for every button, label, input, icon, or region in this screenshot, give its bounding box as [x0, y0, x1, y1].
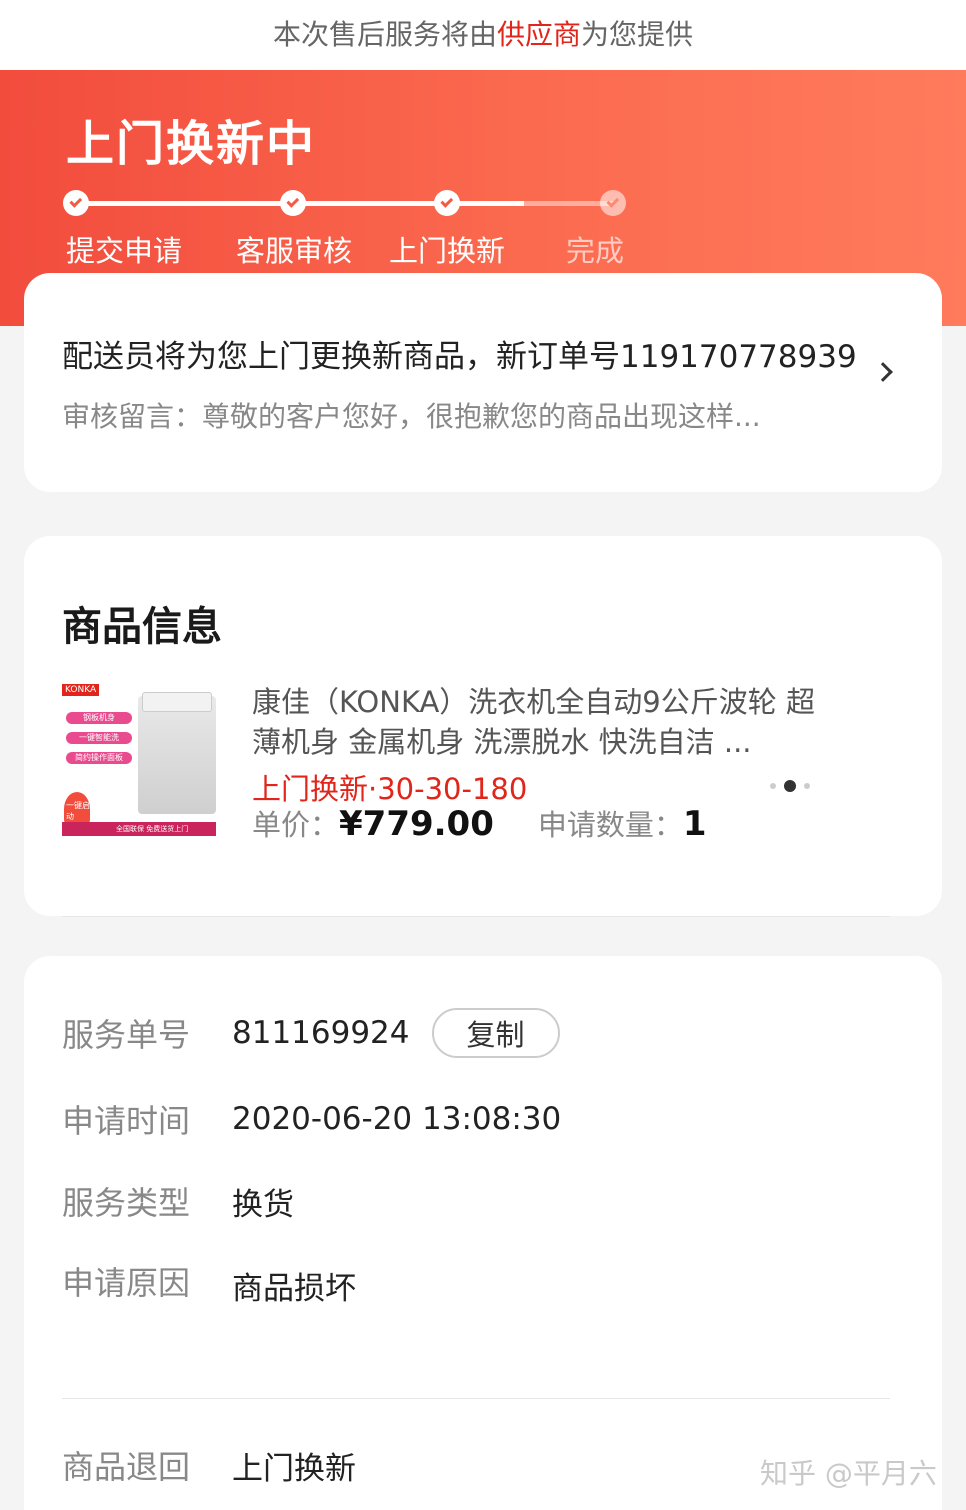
- step-label-exchange: 上门换新: [389, 234, 506, 268]
- after-sale-notice: 本次售后服务将由供应商为您提供: [0, 0, 966, 70]
- step-label-complete: 完成: [566, 234, 625, 268]
- price-row: 单价：¥779.00 申请数量：1: [252, 802, 707, 844]
- status-card[interactable]: 配送员将为您上门更换新商品，新订单号119170778939 审核留言：尊敬的客…: [24, 273, 942, 492]
- step-label-review: 客服审核: [236, 234, 353, 268]
- service-type-label: 服务类型: [62, 1184, 191, 1222]
- review-comment: 审核留言：尊敬的客户您好，很抱歉您的商品出现这样...: [62, 400, 761, 433]
- product-name[interactable]: 康佳（KONKA）洗衣机全自动9公斤波轮 超薄机身 金属机身 洗漂脱水 快洗自洁…: [252, 682, 822, 762]
- notice-suffix: 为您提供: [581, 18, 694, 51]
- divider: [62, 1398, 890, 1399]
- unit-price: ¥779.00: [339, 804, 494, 844]
- service-info-card: 服务单号 811169924 复制 申请时间 2020-06-20 13:08:…: [24, 956, 942, 1510]
- carousel-dot: [770, 783, 776, 789]
- product-image-flame-text: 一键启动: [66, 801, 90, 821]
- step-check-icon-complete: [600, 190, 626, 216]
- product-image-brand: KONKA: [62, 684, 100, 696]
- apply-reason-label: 申请原因: [62, 1264, 191, 1302]
- step-check-icon-submit: [63, 190, 89, 216]
- product-image-banner-text: 全国联保 免费送货上门: [116, 825, 189, 833]
- service-type-value: 换货: [232, 1186, 294, 1223]
- service-no-value: 811169924: [232, 1015, 410, 1051]
- product-image-tag: 钢板机身: [66, 712, 132, 724]
- step-check-icon-exchange: [434, 190, 460, 216]
- section-title-product: 商品信息: [62, 604, 222, 650]
- return-method-label: 商品退回: [62, 1448, 191, 1486]
- washing-machine-lid: [142, 692, 212, 712]
- info-row-apply-reason: 申请原因 商品损坏: [62, 1258, 356, 1307]
- divider: [62, 916, 890, 917]
- price-label: 单价：: [252, 808, 340, 842]
- carousel-indicator: [770, 780, 810, 792]
- carousel-dot-active: [784, 780, 796, 792]
- apply-time-label: 申请时间: [62, 1102, 191, 1140]
- quantity-value: 1: [682, 804, 707, 844]
- service-no-label: 服务单号: [62, 1016, 191, 1054]
- info-row-service-type: 服务类型 换货: [62, 1178, 294, 1224]
- notice-supplier: 供应商: [496, 18, 581, 51]
- copy-button[interactable]: 复制: [431, 1008, 560, 1058]
- info-row-apply-time: 申请时间 2020-06-20 13:08:30: [62, 1096, 561, 1142]
- carousel-dot: [804, 783, 810, 789]
- info-row-service-no: 服务单号 811169924 复制: [62, 1008, 560, 1058]
- notice-prefix: 本次售后服务将由: [272, 18, 497, 51]
- product-card: 商品信息 KONKA 钢板机身 一键智能洗 简约操作面板 一键启动 全国联保 免…: [24, 536, 942, 916]
- apply-reason-value: 商品损坏: [232, 1270, 356, 1307]
- product-image[interactable]: KONKA 钢板机身 一键智能洗 简约操作面板 一键启动 全国联保 免费送货上门: [62, 684, 216, 836]
- quantity-label: 申请数量：: [537, 808, 683, 842]
- info-row-return-method: 商品退回 上门换新: [62, 1442, 356, 1488]
- step-check-icon-review: [280, 190, 306, 216]
- product-image-tag: 简约操作面板: [66, 752, 132, 764]
- page-title: 上门换新中: [66, 116, 317, 172]
- product-image-tag: 一键智能洗: [66, 732, 132, 744]
- watermark: 知乎 @平月六: [760, 1457, 937, 1490]
- chevron-right-icon[interactable]: [873, 362, 893, 382]
- step-label-submit: 提交申请: [66, 234, 183, 268]
- apply-time-value: 2020-06-20 13:08:30: [232, 1101, 562, 1137]
- status-message: 配送员将为您上门更换新商品，新订单号119170778939: [62, 339, 857, 375]
- return-method-value: 上门换新: [232, 1450, 356, 1487]
- washing-machine-illustration: [138, 696, 216, 814]
